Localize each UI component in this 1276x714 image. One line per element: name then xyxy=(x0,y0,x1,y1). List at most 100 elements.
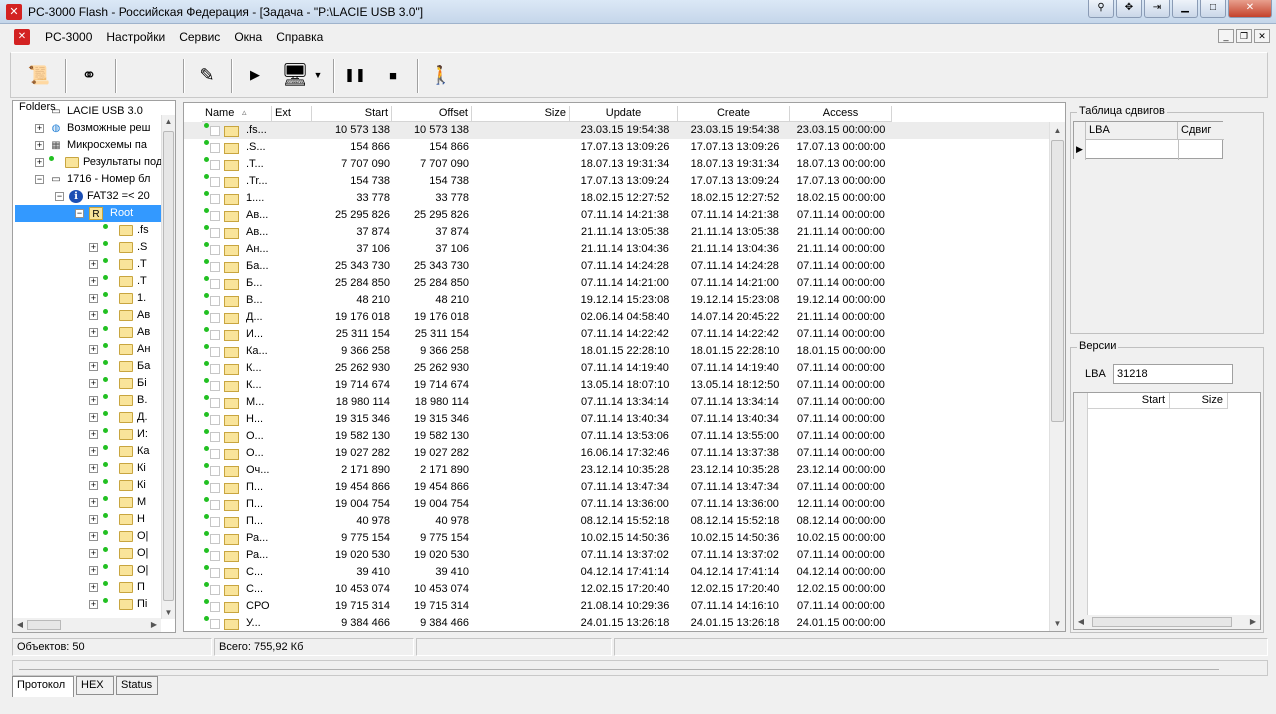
table-row[interactable]: Ба... 25 343 730 25 343 730 07.11.14 14:24:… xyxy=(184,258,1054,275)
table-row[interactable]: .T... 7 707 090 7 707 090 18.07.13 19:31:34… xyxy=(184,156,1054,173)
expand-icon[interactable]: + xyxy=(35,158,44,167)
table-row[interactable]: О... 19 027 282 19 027 282 16.06.14 17:32:4… xyxy=(184,445,1054,462)
menu-item-4[interactable]: Справка xyxy=(269,30,330,44)
column-header-name[interactable]: Name xyxy=(202,106,272,122)
shift-table-grid[interactable]: LBA Сдвиг ▶ xyxy=(1073,121,1224,160)
tree-item[interactable]: + И: xyxy=(13,426,161,443)
column-header-ext[interactable]: Ext xyxy=(272,106,312,122)
tree-item[interactable]: + Пі xyxy=(13,596,161,613)
table-row[interactable]: П... 19 004 754 19 004 754 07.11.14 13:36:0… xyxy=(184,496,1054,513)
tree-item[interactable]: + О| xyxy=(13,528,161,545)
row-checkbox[interactable] xyxy=(210,143,220,153)
table-row[interactable]: Ра... 9 775 154 9 775 154 10.02.15 14:50:36… xyxy=(184,530,1054,547)
network-computer-icon[interactable]: 🖥 xyxy=(275,59,315,91)
expand-icon[interactable]: + xyxy=(89,447,98,456)
menu-item-2[interactable]: Сервис xyxy=(172,30,227,44)
tree-item[interactable]: + О| xyxy=(13,545,161,562)
table-row[interactable]: П... 40 978 40 978 08.12.14 15:52:18 08.12.1… xyxy=(184,513,1054,530)
table-row[interactable]: К... 19 714 674 19 714 674 13.05.14 18:07:1… xyxy=(184,377,1054,394)
row-checkbox[interactable] xyxy=(210,432,220,442)
row-checkbox[interactable] xyxy=(210,517,220,527)
tree-item[interactable]: + Д. xyxy=(13,409,161,426)
table-row[interactable]: К... 25 262 930 25 262 930 07.11.14 14:19:4… xyxy=(184,360,1054,377)
row-checkbox[interactable] xyxy=(210,398,220,408)
row-checkbox[interactable] xyxy=(210,330,220,340)
pin-icon[interactable]: ⚲ xyxy=(1088,0,1114,18)
tree-item[interactable]: +1. xyxy=(13,290,161,307)
chevron-down-icon[interactable]: ▼ xyxy=(311,59,325,91)
table-row[interactable]: Ан... 37 106 37 106 21.11.14 13:04:36 21.11.… xyxy=(184,241,1054,258)
tree-item[interactable]: + Ав xyxy=(13,324,161,341)
table-row[interactable]: СРО 19 715 314 19 715 314 21.08.14 10:29:36… xyxy=(184,598,1054,615)
table-row[interactable]: В... 48 210 48 210 19.12.14 15:23:08 19.12.1… xyxy=(184,292,1054,309)
row-checkbox[interactable] xyxy=(210,602,220,612)
expand-icon[interactable]: + xyxy=(89,311,98,320)
versions-lba-input[interactable] xyxy=(1113,364,1233,384)
expand-icon[interactable]: + xyxy=(35,124,44,133)
expand-icon[interactable]: + xyxy=(89,362,98,371)
row-checkbox[interactable] xyxy=(210,364,220,374)
expand-icon[interactable]: + xyxy=(89,515,98,524)
expand-icon[interactable]: + xyxy=(89,481,98,490)
tree-item[interactable]: + ▦ Микросхемы па xyxy=(13,137,161,154)
row-checkbox[interactable] xyxy=(210,160,220,170)
row-checkbox[interactable] xyxy=(210,585,220,595)
row-checkbox[interactable] xyxy=(210,126,220,136)
menu-item-0[interactable]: PC-3000 xyxy=(38,30,99,44)
expand-icon[interactable]: + xyxy=(89,345,98,354)
tree-item[interactable]: .fs xyxy=(13,222,161,239)
exit-icon[interactable]: 🚶 xyxy=(425,59,457,91)
column-header-access[interactable]: Access xyxy=(790,106,892,122)
expand-icon[interactable]: + xyxy=(89,243,98,252)
tree-item[interactable]: + Результаты под xyxy=(13,154,161,171)
expand-icon[interactable]: + xyxy=(89,566,98,575)
column-header-create[interactable]: Create xyxy=(678,106,790,122)
expand-icon[interactable]: + xyxy=(89,379,98,388)
stop-button[interactable]: ■ xyxy=(377,59,409,91)
row-checkbox[interactable] xyxy=(210,347,220,357)
column-header-update[interactable]: Update xyxy=(570,106,678,122)
tree-item[interactable]: − ▭ 1716 - Номер бл xyxy=(13,171,161,188)
table-row[interactable]: 1.... 33 778 33 778 18.02.15 12:27:52 18.02.… xyxy=(184,190,1054,207)
expand-icon[interactable]: + xyxy=(89,430,98,439)
expand-icon[interactable]: + xyxy=(89,498,98,507)
scroll-icon[interactable]: 📜 xyxy=(23,59,55,91)
tree-item[interactable]: + В. xyxy=(13,392,161,409)
table-row[interactable]: С... 39 410 39 410 04.12.14 17:41:14 04.12.1… xyxy=(184,564,1054,581)
tree-item[interactable]: + .T xyxy=(13,256,161,273)
tree-item[interactable]: ▭ LACIE USB 3.0 xyxy=(13,105,161,120)
expand-icon[interactable]: + xyxy=(89,396,98,405)
expand-icon[interactable]: + xyxy=(89,328,98,337)
close-button[interactable]: ✕ xyxy=(1228,0,1272,18)
tab-2[interactable]: Status xyxy=(116,676,158,695)
row-checkbox[interactable] xyxy=(210,228,220,238)
expand-icon[interactable]: + xyxy=(89,464,98,473)
table-row[interactable]: И... 25 311 154 25 311 154 07.11.14 14:22:4… xyxy=(184,326,1054,343)
tree-item[interactable]: + Ка xyxy=(13,443,161,460)
menu-item-1[interactable]: Настройки xyxy=(99,30,172,44)
shift-col-lba[interactable]: LBA xyxy=(1086,122,1178,140)
minimize-button[interactable]: ▁ xyxy=(1172,0,1198,18)
row-checkbox[interactable] xyxy=(210,194,220,204)
tree-horizontal-scrollbar[interactable]: ◀ ▶ xyxy=(13,618,161,632)
table-row[interactable]: Ра... 19 020 530 19 020 530 07.11.14 13:37:… xyxy=(184,547,1054,564)
table-row[interactable]: .fs... 10 573 138 10 573 138 23.03.15 19:54… xyxy=(184,122,1054,139)
tree-item[interactable]: − ℹ FAT32 =< 20 xyxy=(13,188,161,205)
table-row[interactable]: .Tr... 154 738 154 738 17.07.13 13:09:24 17.… xyxy=(184,173,1054,190)
tree-item[interactable]: + М xyxy=(13,494,161,511)
versions-col-start[interactable]: Start xyxy=(1088,393,1170,409)
row-checkbox[interactable] xyxy=(210,211,220,221)
maximize-button[interactable]: □ xyxy=(1200,0,1226,18)
mdi-close-button[interactable]: ✕ xyxy=(1254,29,1270,43)
expand-icon[interactable]: + xyxy=(89,413,98,422)
menu-app-icon[interactable]: ✕ xyxy=(14,29,30,45)
column-header-offset[interactable]: Offset xyxy=(392,106,472,122)
row-checkbox[interactable] xyxy=(210,619,220,629)
collapse-icon[interactable]: − xyxy=(35,175,44,184)
row-checkbox[interactable] xyxy=(210,466,220,476)
row-checkbox[interactable] xyxy=(210,449,220,459)
row-checkbox[interactable] xyxy=(210,381,220,391)
row-checkbox[interactable] xyxy=(210,245,220,255)
expand-icon[interactable]: + xyxy=(35,141,44,150)
tree-item[interactable]: + Н xyxy=(13,511,161,528)
